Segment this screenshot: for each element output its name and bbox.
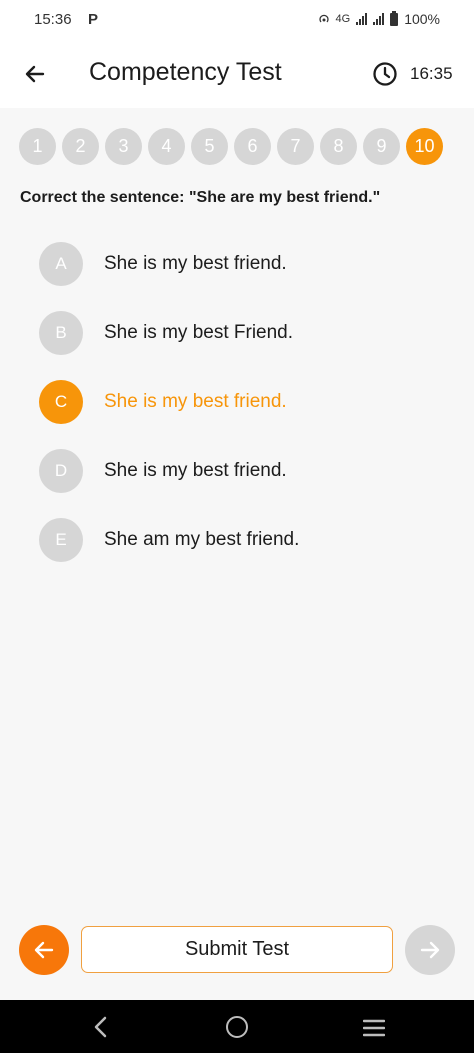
arrow-left-icon xyxy=(34,941,54,959)
question-pager: 1 2 3 4 5 6 7 8 9 10 xyxy=(19,128,443,165)
option-text: She is my best Friend. xyxy=(104,322,294,343)
option-letter: E xyxy=(39,518,83,562)
answer-option-c[interactable]: C She is my best friend. xyxy=(39,380,287,424)
submit-test-button[interactable]: Submit Test xyxy=(81,926,393,973)
option-letter: D xyxy=(39,449,83,493)
clock-icon xyxy=(373,62,397,86)
option-text: She is my best friend. xyxy=(104,391,287,412)
option-text: She is my best friend. xyxy=(104,460,287,481)
option-letter: B xyxy=(39,311,83,355)
pager-item[interactable]: 2 xyxy=(62,128,99,165)
status-indicators: 4G 100% xyxy=(318,10,440,27)
answer-option-e[interactable]: E She am my best friend. xyxy=(39,518,299,562)
signal-icon xyxy=(356,13,368,25)
page-title: Competency Test xyxy=(89,58,282,86)
nav-home-icon[interactable] xyxy=(226,1016,248,1038)
back-button[interactable] xyxy=(18,57,52,91)
pager-item-active[interactable]: 10 xyxy=(406,128,443,165)
battery-icon xyxy=(390,10,399,26)
pager-item[interactable]: 5 xyxy=(191,128,228,165)
pager-item[interactable]: 3 xyxy=(105,128,142,165)
system-nav-bar xyxy=(0,1000,474,1053)
answer-option-b[interactable]: B She is my best Friend. xyxy=(39,311,293,355)
network-type: 4G xyxy=(335,13,351,25)
nav-back-icon[interactable] xyxy=(90,1015,112,1039)
hotspot-icon xyxy=(318,14,329,23)
arrow-left-icon xyxy=(25,65,45,83)
next-question-button[interactable] xyxy=(405,925,455,975)
status-time: 15:36 xyxy=(34,11,72,28)
battery-level: 100% xyxy=(404,11,440,27)
test-content: 1 2 3 4 5 6 7 8 9 10 Correct the sentenc… xyxy=(0,108,474,1000)
status-bar: 15:36 P 4G 100% xyxy=(0,0,474,40)
previous-question-button[interactable] xyxy=(19,925,69,975)
countdown-timer: 16:35 xyxy=(410,64,453,83)
answer-option-a[interactable]: A She is my best friend. xyxy=(39,242,287,286)
question-text: Correct the sentence: "She are my best f… xyxy=(20,189,381,206)
pager-item[interactable]: 4 xyxy=(148,128,185,165)
option-letter: C xyxy=(39,380,83,424)
pager-item[interactable]: 9 xyxy=(363,128,400,165)
arrow-right-icon xyxy=(420,941,440,959)
pager-item[interactable]: 6 xyxy=(234,128,271,165)
answer-option-d[interactable]: D She is my best friend. xyxy=(39,449,287,493)
pager-item[interactable]: 8 xyxy=(320,128,357,165)
app-bar: Competency Test 16:35 xyxy=(0,40,474,108)
pager-item[interactable]: 1 xyxy=(19,128,56,165)
nav-recents-icon[interactable] xyxy=(363,1019,385,1037)
pager-item[interactable]: 7 xyxy=(277,128,314,165)
app-notification-icon: P xyxy=(88,11,99,28)
signal-icon-2 xyxy=(373,13,385,25)
option-text: She am my best friend. xyxy=(104,529,300,550)
option-letter: A xyxy=(39,242,83,286)
option-text: She is my best friend. xyxy=(104,253,287,274)
